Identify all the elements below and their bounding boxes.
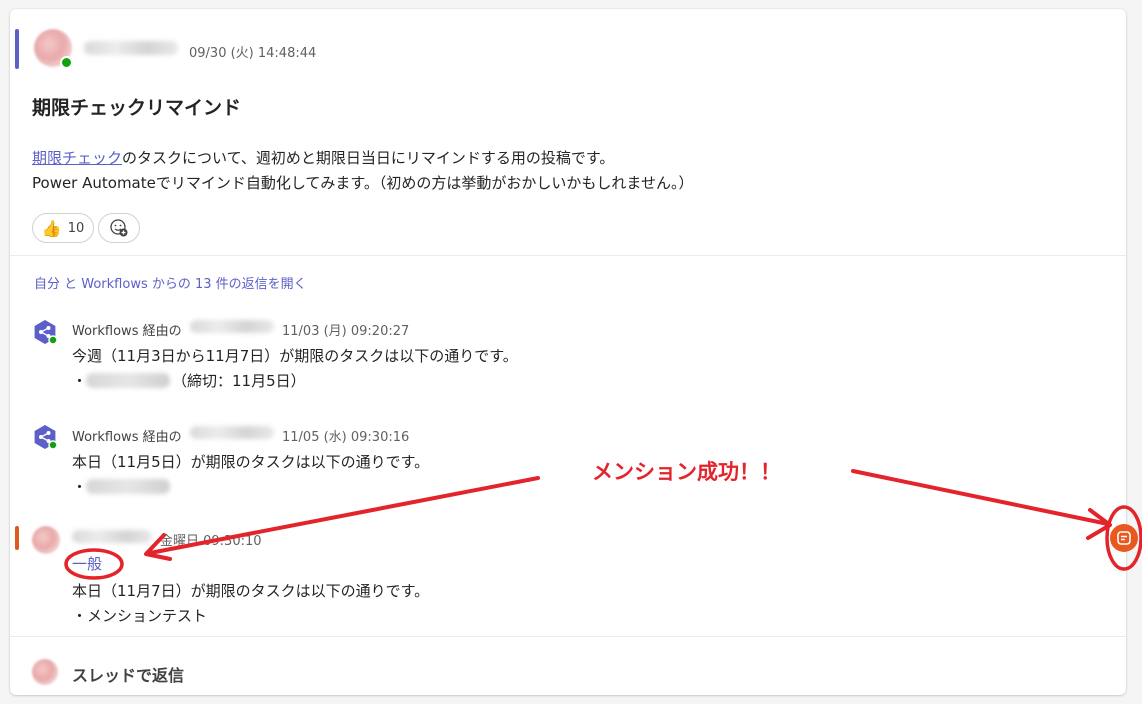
add-reaction-icon: [110, 219, 128, 237]
reply-line: ・メンションテスト: [72, 607, 208, 625]
post-title: 期限チェックリマインド: [32, 97, 242, 119]
open-replies-link[interactable]: 自分 と Workflows からの 13 件の返信を開く: [34, 273, 307, 292]
presence-available-icon: [60, 56, 73, 69]
thread-divider: [10, 255, 1126, 256]
workflows-icon: [34, 320, 58, 345]
fab-button[interactable]: [1110, 524, 1138, 552]
reply-bullet: ・: [72, 372, 88, 390]
reply-sender-name[interactable]: [190, 320, 274, 333]
workflows-icon: [34, 425, 58, 450]
reply-divider: [10, 636, 1126, 637]
add-reaction-button[interactable]: [98, 213, 140, 243]
reply-timestamp: 金曜日 09:30:10: [160, 534, 262, 549]
reply-in-thread-button[interactable]: スレッドで返信: [72, 662, 184, 686]
chat-icon: [1117, 531, 1131, 545]
reply-line: 本日（11月5日）が期限のタスクは以下の通りです。: [72, 453, 430, 471]
post-body-line-1-text: のタスクについて、週初めと期限日当日にリマインドする用の投稿です。: [122, 149, 615, 167]
task-name-redacted: [86, 373, 170, 388]
reply-bullet: ・: [72, 478, 88, 496]
task-link[interactable]: 期限チェック: [32, 149, 122, 167]
current-user-avatar: [32, 659, 58, 685]
reply-timestamp: 11/03 (月) 09:20:27: [282, 324, 410, 339]
post-accent-bar: [15, 29, 19, 69]
post-body-line-1: 期限チェックのタスクについて、週初めと期限日当日にリマインドする用の投稿です。: [32, 147, 614, 168]
mention-accent-bar: [15, 526, 19, 550]
task-name-redacted: [86, 479, 170, 494]
reply-sender-name[interactable]: [72, 530, 152, 543]
reply-sender-prefix: Workflows 経由の: [72, 430, 182, 445]
reply-sender-prefix: Workflows 経由の: [72, 324, 182, 339]
author-name[interactable]: [84, 41, 178, 55]
channel-mention-link[interactable]: 一般: [72, 553, 102, 574]
reply-line: 本日（11月7日）が期限のタスクは以下の通りです。: [72, 582, 430, 600]
post-timestamp: 09/30 (火) 14:48:44: [189, 46, 317, 61]
reply-timestamp: 11/05 (水) 09:30:16: [282, 430, 410, 445]
reply-sender-name[interactable]: [190, 426, 274, 439]
author-avatar[interactable]: [32, 526, 60, 554]
post-card: 09/30 (火) 14:48:44 期限チェックリマインド 期限チェックのタス…: [10, 9, 1126, 695]
reply-deadline: （締切：11月5日）: [172, 372, 306, 390]
annotation-text: メンション成功！！: [592, 460, 781, 484]
thumbs-up-icon: 👍: [41, 218, 62, 238]
like-reaction-button[interactable]: 👍 10: [32, 213, 94, 243]
like-count: 10: [67, 220, 85, 236]
post-body-line-2: Power Automateでリマインド自動化してみます。（初めの方は挙動がおか…: [32, 174, 694, 192]
reply-line: 今週（11月3日から11月7日）が期限のタスクは以下の通りです。: [72, 347, 518, 365]
